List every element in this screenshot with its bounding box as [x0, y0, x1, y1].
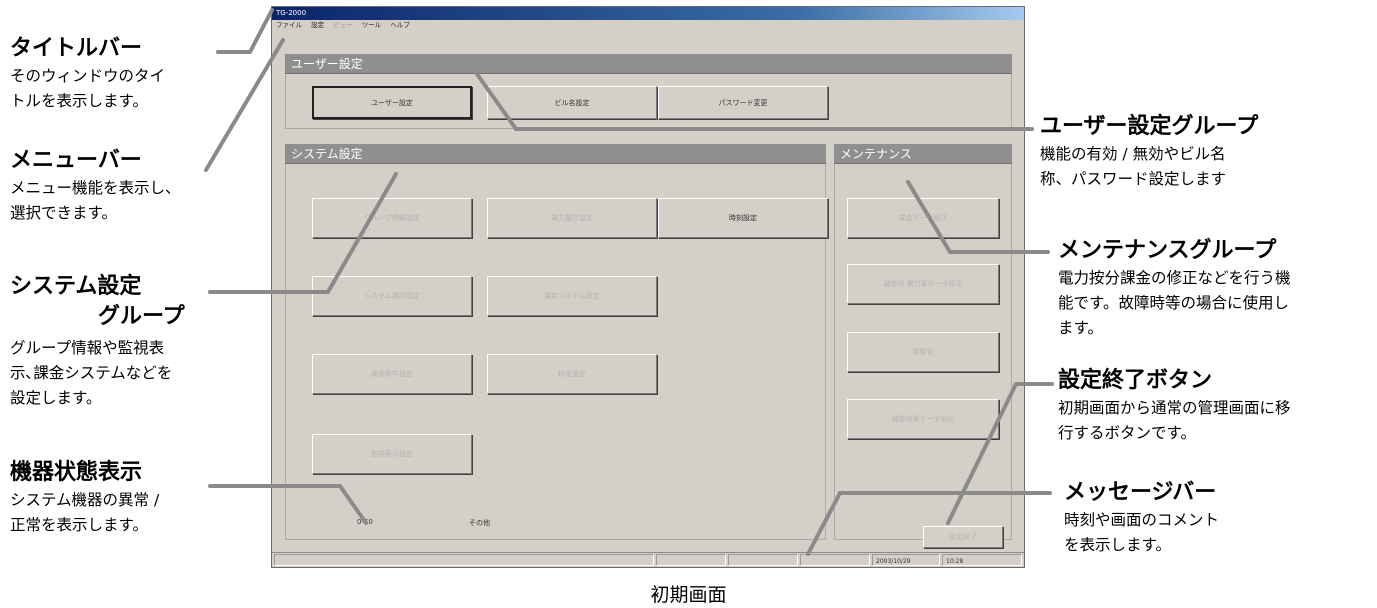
annotation-desc: システム機器の異常 / — [10, 491, 160, 509]
annotation-desc: 機能の有効 / 無効やビル名 — [1040, 145, 1226, 163]
menu-view[interactable]: ビュー — [333, 21, 353, 29]
annotation-desc: 設定します。 — [10, 389, 102, 407]
annotation-title: 機器状態表示 — [10, 460, 143, 485]
maintenance-header: メンテナンス — [834, 144, 1012, 164]
group-info-button[interactable]: グループ情報設定 — [312, 198, 472, 238]
system-config-button[interactable]: システム構成設定 — [312, 276, 472, 316]
annotation-maint-group: メンテナンスグループ 電力按分課金の修正などを行う機 能です。故障時等の場合に使… — [1058, 236, 1291, 341]
annotation-desc: ます。 — [1058, 319, 1103, 337]
rate-setting-button[interactable]: 料金設定 — [487, 354, 657, 394]
annotation-title: 設定終了ボタン — [1058, 368, 1213, 393]
annotation-titlebar: タイトルバー そのウィンドウのタイ トルを表示します。 — [10, 34, 165, 114]
annotation-system-group: システム設定 グループ グループ情報や監視表 示､課金システムなどを 設定します… — [10, 272, 185, 411]
status-cell — [728, 554, 798, 566]
date-cell: 2003/10/29 — [872, 554, 940, 566]
menu-bar: ファイル 設定 ビュー ツール ヘルプ — [272, 20, 1024, 31]
billing-system-button[interactable]: 課金システム設定 — [487, 276, 657, 316]
annotation-title: タイトルバー — [10, 36, 143, 61]
menu-tools[interactable]: ツール — [362, 21, 382, 29]
user-settings-header: ユーザー設定 — [285, 54, 1012, 74]
user-settings-button[interactable]: ユーザー設定 — [312, 86, 472, 119]
annotation-desc: 電力按分課金の修正などを行う機 — [1058, 269, 1291, 287]
window-titlebar[interactable]: TG-2000 — [272, 7, 1024, 20]
power-data-fix-button[interactable]: 課金用 電力量データ修正 — [847, 264, 999, 304]
system-settings-header: システム設定 — [285, 144, 826, 164]
maintenance-title: メンテナンス — [840, 147, 912, 161]
annotation-title: グループ — [98, 304, 185, 329]
status-cell — [656, 554, 726, 566]
annotation-device-status: 機器状態表示 システム機器の異常 / 正常を表示します。 — [10, 458, 159, 538]
annotation-desc: 正常を表示します。 — [10, 516, 148, 534]
annotation-desc: を表示します。 — [1064, 536, 1171, 554]
password-change-button[interactable]: パスワード変更 — [658, 86, 828, 119]
app-window: TG-2000 ファイル 設定 ビュー ツール ヘルプ ユーザー設定 ユーザー設… — [271, 6, 1025, 568]
data-extract-button[interactable]: 課金対象データ抽出 — [847, 399, 999, 439]
time-text: 10:28 — [946, 558, 964, 565]
initialize-button[interactable]: 初期化 — [847, 332, 999, 372]
menu-settings[interactable]: 設定 — [311, 21, 324, 29]
time-setting-button[interactable]: 時刻設定 — [658, 198, 828, 238]
billing-data-fix-button[interactable]: 課金データ修正 — [847, 198, 999, 238]
menu-help[interactable]: ヘルプ — [390, 21, 410, 29]
user-settings-group: ユーザー設定 ビル名設定 パスワード変更 — [285, 74, 1012, 129]
user-settings-title: ユーザー設定 — [291, 57, 363, 71]
annotation-title: メッセージバー — [1064, 480, 1217, 505]
menu-file[interactable]: ファイル — [276, 21, 302, 29]
annotation-finish-button: 設定終了ボタン 初期画面から通常の管理画面に移 行するボタンです。 — [1058, 366, 1291, 446]
date-text: 2003/10/29 — [876, 558, 911, 565]
status-cell — [800, 554, 870, 566]
annotation-desc: 初期画面から通常の管理画面に移 — [1058, 399, 1291, 417]
window-title: TG-2000 — [276, 9, 307, 17]
finish-settings-button[interactable]: 設定終了 — [923, 526, 1003, 548]
power-meter-button[interactable]: 電力量計設定 — [487, 198, 657, 238]
device-status-label: 0-50 — [357, 518, 373, 526]
annotation-desc: 時刻や画面のコメント — [1064, 511, 1220, 529]
annotation-desc: 示､課金システムなどを — [10, 364, 173, 382]
building-name-button[interactable]: ビル名設定 — [487, 86, 657, 119]
annotation-title: システム設定 — [10, 274, 142, 299]
annotation-desc: そのウィンドウのタイ — [10, 67, 166, 85]
maintenance-group: 課金データ修正 課金用 電力量データ修正 初期化 課金対象データ抽出 設定終了 — [834, 164, 1012, 548]
time-cell: 10:28 — [942, 554, 1022, 566]
annotation-desc: 行するボタンです。 — [1058, 424, 1196, 442]
annotation-title: ユーザー設定グループ — [1040, 114, 1259, 139]
annotation-user-group: ユーザー設定グループ 機能の有効 / 無効やビル名 称、パスワード設定します — [1040, 112, 1258, 192]
annotation-desc: メニュー機能を表示し、 — [10, 179, 181, 197]
annotation-message-bar: メッセージバー 時刻や画面のコメント を表示します。 — [1064, 478, 1219, 558]
device-status-value: その他 — [469, 519, 490, 527]
message-bar: 2003/10/29 10:28 — [272, 552, 1024, 567]
annotation-desc: 選択できます。 — [10, 204, 117, 222]
system-settings-title: システム設定 — [291, 147, 363, 161]
annotation-title: メニューバー — [10, 148, 142, 173]
monitor-display-button[interactable]: 監視表示設定 — [312, 434, 472, 474]
annotation-menubar: メニューバー メニュー機能を表示し、 選択できます。 — [10, 146, 181, 226]
callout-line-titlebar — [216, 8, 274, 54]
system-settings-group: グループ情報設定 電力量計設定 時刻設定 システム構成設定 課金システム設定 運… — [285, 164, 828, 540]
figure-caption: 初期画面 — [650, 584, 727, 606]
annotation-desc: トルを表示します。 — [10, 92, 148, 110]
annotation-desc: 称、パスワード設定します — [1040, 170, 1227, 188]
annotation-desc: 能です。故障時等の場合に使用し — [1058, 294, 1289, 312]
message-cell — [274, 554, 654, 566]
annotation-desc: グループ情報や監視表 — [10, 339, 165, 357]
annotation-title: メンテナンスグループ — [1058, 238, 1277, 263]
operation-condition-button[interactable]: 運用条件設定 — [312, 354, 472, 394]
